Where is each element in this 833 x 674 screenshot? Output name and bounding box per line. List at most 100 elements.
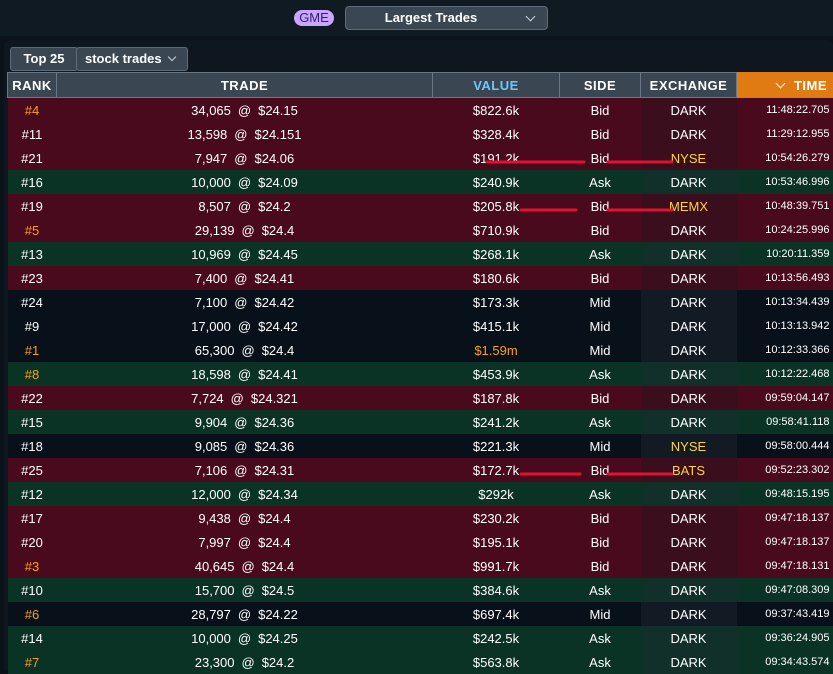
time-cell: 09:47:18.137 bbox=[737, 506, 833, 530]
trade-type-select[interactable]: stock trades bbox=[76, 47, 188, 71]
table-row[interactable]: #818,598@$24.41$453.9kAskDARK10:12:22.46… bbox=[8, 362, 833, 386]
trade-price: $24.09 bbox=[258, 175, 298, 190]
trade-shares: 9,904 bbox=[195, 415, 228, 430]
trade-price: $24.2 bbox=[262, 655, 295, 670]
table-row[interactable]: #237,400@$24.41$180.6kBidDARK10:13:56.49… bbox=[8, 266, 833, 290]
side-cell: Mid bbox=[560, 338, 641, 362]
at-symbol: @ bbox=[238, 607, 251, 622]
value-cell: $563.8k bbox=[433, 650, 560, 674]
table-row[interactable]: #529,139@$24.4$710.9kBidDARK10:24:25.996 bbox=[8, 218, 833, 242]
trade-cell: 12,000@$24.34 bbox=[57, 482, 433, 506]
time-cell: 10:48:39.751 bbox=[737, 194, 833, 218]
column-header-rank[interactable]: RANK bbox=[8, 73, 57, 98]
exchange-cell: DARK bbox=[641, 314, 737, 338]
time-cell: 10:13:56.493 bbox=[737, 266, 833, 290]
rank-cell: #9 bbox=[8, 314, 57, 338]
trade-cell: 17,000@$24.42 bbox=[57, 314, 433, 338]
trade-cell: 7,106@$24.31 bbox=[57, 458, 433, 482]
table-row[interactable]: #1610,000@$24.09$240.9kAskDARK10:53:46.9… bbox=[8, 170, 833, 194]
column-header-side[interactable]: SIDE bbox=[560, 73, 641, 98]
view-select[interactable]: Largest Trades bbox=[345, 6, 548, 30]
side-cell: Mid bbox=[560, 314, 641, 338]
trade-shares: 18,598 bbox=[191, 367, 231, 382]
trade-price: $24.321 bbox=[251, 391, 298, 406]
side-cell: Bid bbox=[560, 506, 641, 530]
trade-type-label: stock trades bbox=[85, 48, 162, 70]
ticker-badge[interactable]: GME bbox=[294, 10, 334, 26]
top-count-button[interactable]: Top 25 bbox=[10, 47, 78, 71]
table-row[interactable]: #207,997@$24.4$195.1kBidDARK09:47:18.137 bbox=[8, 530, 833, 554]
value-cell: $991.7k bbox=[433, 554, 560, 578]
table-row[interactable]: #340,645@$24.4$991.7kBidDARK09:47:18.131 bbox=[8, 554, 833, 578]
at-symbol: @ bbox=[234, 295, 247, 310]
trade-cell: 7,947@$24.06 bbox=[57, 146, 433, 170]
rank-cell: #4 bbox=[8, 98, 57, 123]
trade-cell: 65,300@$24.4 bbox=[57, 338, 433, 362]
table-row[interactable]: #257,106@$24.31$172.7kBidBATS09:52:23.30… bbox=[8, 458, 833, 482]
rank-cell: #10 bbox=[8, 578, 57, 602]
table-row[interactable]: #1113,598@$24.151$328.4kBidDARK11:29:12.… bbox=[8, 122, 833, 146]
exchange-cell: DARK bbox=[641, 554, 737, 578]
table-row[interactable]: #179,438@$24.4$230.2kBidDARK09:47:18.137 bbox=[8, 506, 833, 530]
exchange-cell: DARK bbox=[641, 482, 737, 506]
column-header-exchange[interactable]: EXCHANGE bbox=[641, 73, 737, 98]
table-row[interactable]: #1310,969@$24.45$268.1kAskDARK10:20:11.3… bbox=[8, 242, 833, 266]
table-row[interactable]: #198,507@$24.2$205.8kBidMEMX10:48:39.751 bbox=[8, 194, 833, 218]
trade-price: $24.4 bbox=[262, 343, 295, 358]
exchange-cell: DARK bbox=[641, 602, 737, 626]
trade-cell: 13,598@$24.151 bbox=[57, 122, 433, 146]
column-header-time[interactable]: TIME bbox=[737, 73, 833, 98]
trade-shares: 7,100 bbox=[195, 295, 228, 310]
time-cell: 10:12:22.468 bbox=[737, 362, 833, 386]
at-symbol: @ bbox=[234, 463, 247, 478]
rank-cell: #16 bbox=[8, 170, 57, 194]
trade-shares: 9,085 bbox=[195, 439, 228, 454]
table-row[interactable]: #217,947@$24.06$191.2kBidNYSE10:54:26.27… bbox=[8, 146, 833, 170]
table-row[interactable]: #723,300@$24.2$563.8kAskDARK09:34:43.574 bbox=[8, 650, 833, 674]
side-cell: Bid bbox=[560, 530, 641, 554]
at-symbol: @ bbox=[234, 271, 247, 286]
top-bar: GME Largest Trades bbox=[0, 0, 833, 36]
side-cell: Ask bbox=[560, 410, 641, 434]
side-cell: Ask bbox=[560, 482, 641, 506]
rank-cell: #19 bbox=[8, 194, 57, 218]
exchange-cell: DARK bbox=[641, 122, 737, 146]
time-cell: 09:34:43.574 bbox=[737, 650, 833, 674]
table-row[interactable]: #165,300@$24.4$1.59mMidDARK10:12:33.366 bbox=[8, 338, 833, 362]
side-cell: Ask bbox=[560, 578, 641, 602]
rank-cell: #24 bbox=[8, 290, 57, 314]
table-row[interactable]: #247,100@$24.42$173.3kMidDARK10:13:34.43… bbox=[8, 290, 833, 314]
column-header-trade[interactable]: TRADE bbox=[57, 73, 433, 98]
exchange-cell: NYSE bbox=[641, 434, 737, 458]
table-row[interactable]: #1015,700@$24.5$384.6kAskDARK09:47:08.30… bbox=[8, 578, 833, 602]
exchange-cell: DARK bbox=[641, 530, 737, 554]
value-cell: $221.3k bbox=[433, 434, 560, 458]
exchange-cell: DARK bbox=[641, 98, 737, 123]
time-cell: 09:58:00.444 bbox=[737, 434, 833, 458]
table-row[interactable]: #1410,000@$24.25$242.5kAskDARK09:36:24.9… bbox=[8, 626, 833, 650]
side-cell: Bid bbox=[560, 122, 641, 146]
exchange-cell: BATS bbox=[641, 458, 737, 482]
value-cell: $191.2k bbox=[433, 146, 560, 170]
rank-cell: #8 bbox=[8, 362, 57, 386]
time-cell: 10:13:34.439 bbox=[737, 290, 833, 314]
value-cell: $187.8k bbox=[433, 386, 560, 410]
rank-cell: #25 bbox=[8, 458, 57, 482]
value-cell: $697.4k bbox=[433, 602, 560, 626]
table-row[interactable]: #434,065@$24.15$822.6kBidDARK11:48:22.70… bbox=[8, 98, 833, 123]
value-cell: $205.8k bbox=[433, 194, 560, 218]
time-cell: 10:54:26.279 bbox=[737, 146, 833, 170]
table-row[interactable]: #1212,000@$24.34$292kAskDARK09:48:15.195 bbox=[8, 482, 833, 506]
table-row[interactable]: #189,085@$24.36$221.3kMidNYSE09:58:00.44… bbox=[8, 434, 833, 458]
side-cell: Mid bbox=[560, 290, 641, 314]
column-header-value[interactable]: VALUE bbox=[433, 73, 560, 98]
exchange-cell: DARK bbox=[641, 578, 737, 602]
table-row[interactable]: #628,797@$24.22$697.4kMidDARK09:37:43.41… bbox=[8, 602, 833, 626]
time-cell: 10:24:25.996 bbox=[737, 218, 833, 242]
trade-cell: 9,904@$24.36 bbox=[57, 410, 433, 434]
table-row[interactable]: #159,904@$24.36$241.2kAskDARK09:58:41.11… bbox=[8, 410, 833, 434]
rank-cell: #5 bbox=[8, 218, 57, 242]
table-row[interactable]: #227,724@$24.321$187.8kBidDARK09:59:04.1… bbox=[8, 386, 833, 410]
table-row[interactable]: #917,000@$24.42$415.1kMidDARK10:13:13.94… bbox=[8, 314, 833, 338]
trade-cell: 28,797@$24.22 bbox=[57, 602, 433, 626]
